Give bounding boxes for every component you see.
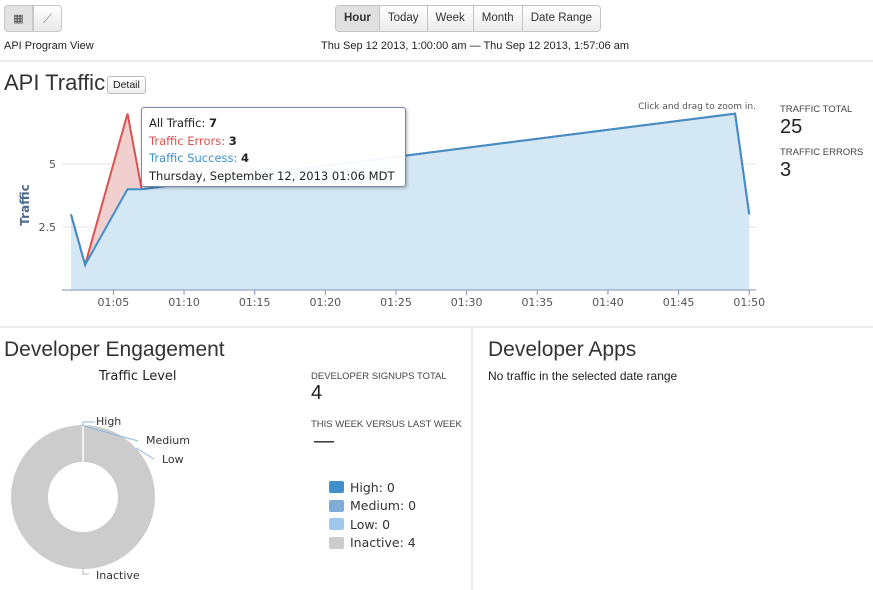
x-tick-label: 01:15 — [239, 296, 271, 309]
x-tick-label: 01:45 — [663, 296, 695, 309]
legend-label: Medium: 0 — [350, 498, 417, 514]
x-tick-label: 01:20 — [309, 296, 341, 309]
x-tick-label: 01:05 — [98, 296, 130, 309]
chart-tooltip: All Traffic: 7 Traffic Errors: 3 Traffic… — [141, 107, 406, 187]
divider — [471, 328, 473, 590]
legend-swatch — [329, 536, 344, 549]
tooltip-errors-label: Traffic Errors: — [149, 133, 226, 148]
legend-swatch — [329, 499, 344, 512]
line-chart-icon: ⟋ — [42, 10, 53, 26]
legend-label: High: 0 — [350, 479, 395, 495]
chart-view-button[interactable]: ⟋ — [33, 5, 62, 32]
api-traffic-title: API Traffic — [4, 70, 106, 95]
week-comparison-label: THIS WEEK VERSUS LAST WEEK — [311, 419, 462, 430]
legend-item-medium[interactable]: Medium: 0 — [322, 497, 422, 516]
tooltip-all-value: 7 — [209, 116, 218, 130]
legend-item-low[interactable]: Low: 0 — [322, 515, 422, 534]
legend-label: Inactive: 4 — [350, 535, 416, 551]
signups-label: DEVELOPER SIGNUPS TOTAL — [311, 371, 447, 382]
range-selector: Hour Today Week Month Date Range — [335, 5, 602, 32]
traffic-errors-value: 3 — [780, 159, 792, 181]
developer-apps-title: Developer Apps — [488, 338, 637, 361]
y-tick-label: 2.5 — [39, 221, 57, 234]
x-tick-label: 01:10 — [168, 296, 200, 309]
tooltip-date: Thursday, September 12, 2013 01:06 MDT — [149, 168, 395, 183]
x-tick-label: 01:30 — [451, 296, 483, 309]
tooltip-success-value: 4 — [241, 151, 250, 165]
tooltip-errors-value: 3 — [228, 133, 237, 148]
date-range-text: Thu Sep 12 2013, 1:00:00 am — Thu Sep 12… — [321, 40, 630, 52]
x-tick-label: 01:35 — [521, 296, 553, 309]
zoom-hint: Click and drag to zoom in. — [638, 102, 756, 112]
x-tick-label: 01:25 — [380, 296, 412, 309]
traffic-level-legend: High: 0 Medium: 0 Low: 0 Inactive: 4 — [322, 478, 422, 552]
legend-label: Low: 0 — [350, 516, 391, 532]
view-label: API Program View — [4, 40, 94, 52]
pie-label-high: High — [96, 415, 121, 428]
legend-item-high[interactable]: High: 0 — [322, 478, 422, 497]
legend-swatch — [329, 518, 344, 531]
legend-item-inactive[interactable]: Inactive: 4 — [322, 534, 422, 553]
pie-label-inactive: Inactive — [96, 569, 140, 582]
range-hour-button[interactable]: Hour — [336, 6, 379, 31]
traffic-level-donut: High Medium Low Inactive — [11, 415, 190, 582]
tooltip-all-label: All Traffic: — [149, 116, 206, 130]
range-date-button[interactable]: Date Range — [521, 6, 601, 31]
y-axis-label: Traffic — [18, 184, 32, 225]
traffic-level-title: Traffic Level — [99, 369, 177, 384]
pie-label-medium: Medium — [146, 434, 190, 447]
grid-view-button[interactable]: ▦ — [4, 5, 33, 32]
week-comparison-value: — — [314, 430, 334, 452]
range-month-button[interactable]: Month — [472, 6, 522, 31]
tooltip-success-label: Traffic Success: — [149, 151, 238, 165]
x-tick-label: 01:40 — [592, 296, 624, 309]
y-tick-label: 5 — [49, 158, 56, 171]
engagement-title: Developer Engagement — [4, 338, 225, 361]
range-today-button[interactable]: Today — [378, 6, 427, 31]
apps-empty-message: No traffic in the selected date range — [488, 369, 678, 383]
traffic-total-value: 25 — [780, 116, 803, 138]
grid-icon: ▦ — [13, 13, 24, 25]
divider — [0, 60, 873, 62]
signups-value: 4 — [311, 382, 323, 404]
range-week-button[interactable]: Week — [426, 6, 473, 31]
detail-button[interactable]: Detail — [107, 76, 146, 94]
x-tick-label: 01:50 — [733, 296, 765, 309]
traffic-total-label: TRAFFIC TOTAL — [780, 104, 853, 115]
pie-label-low: Low — [162, 453, 184, 466]
legend-swatch — [329, 481, 344, 494]
divider — [0, 326, 873, 328]
traffic-errors-label: TRAFFIC ERRORS — [780, 147, 864, 158]
